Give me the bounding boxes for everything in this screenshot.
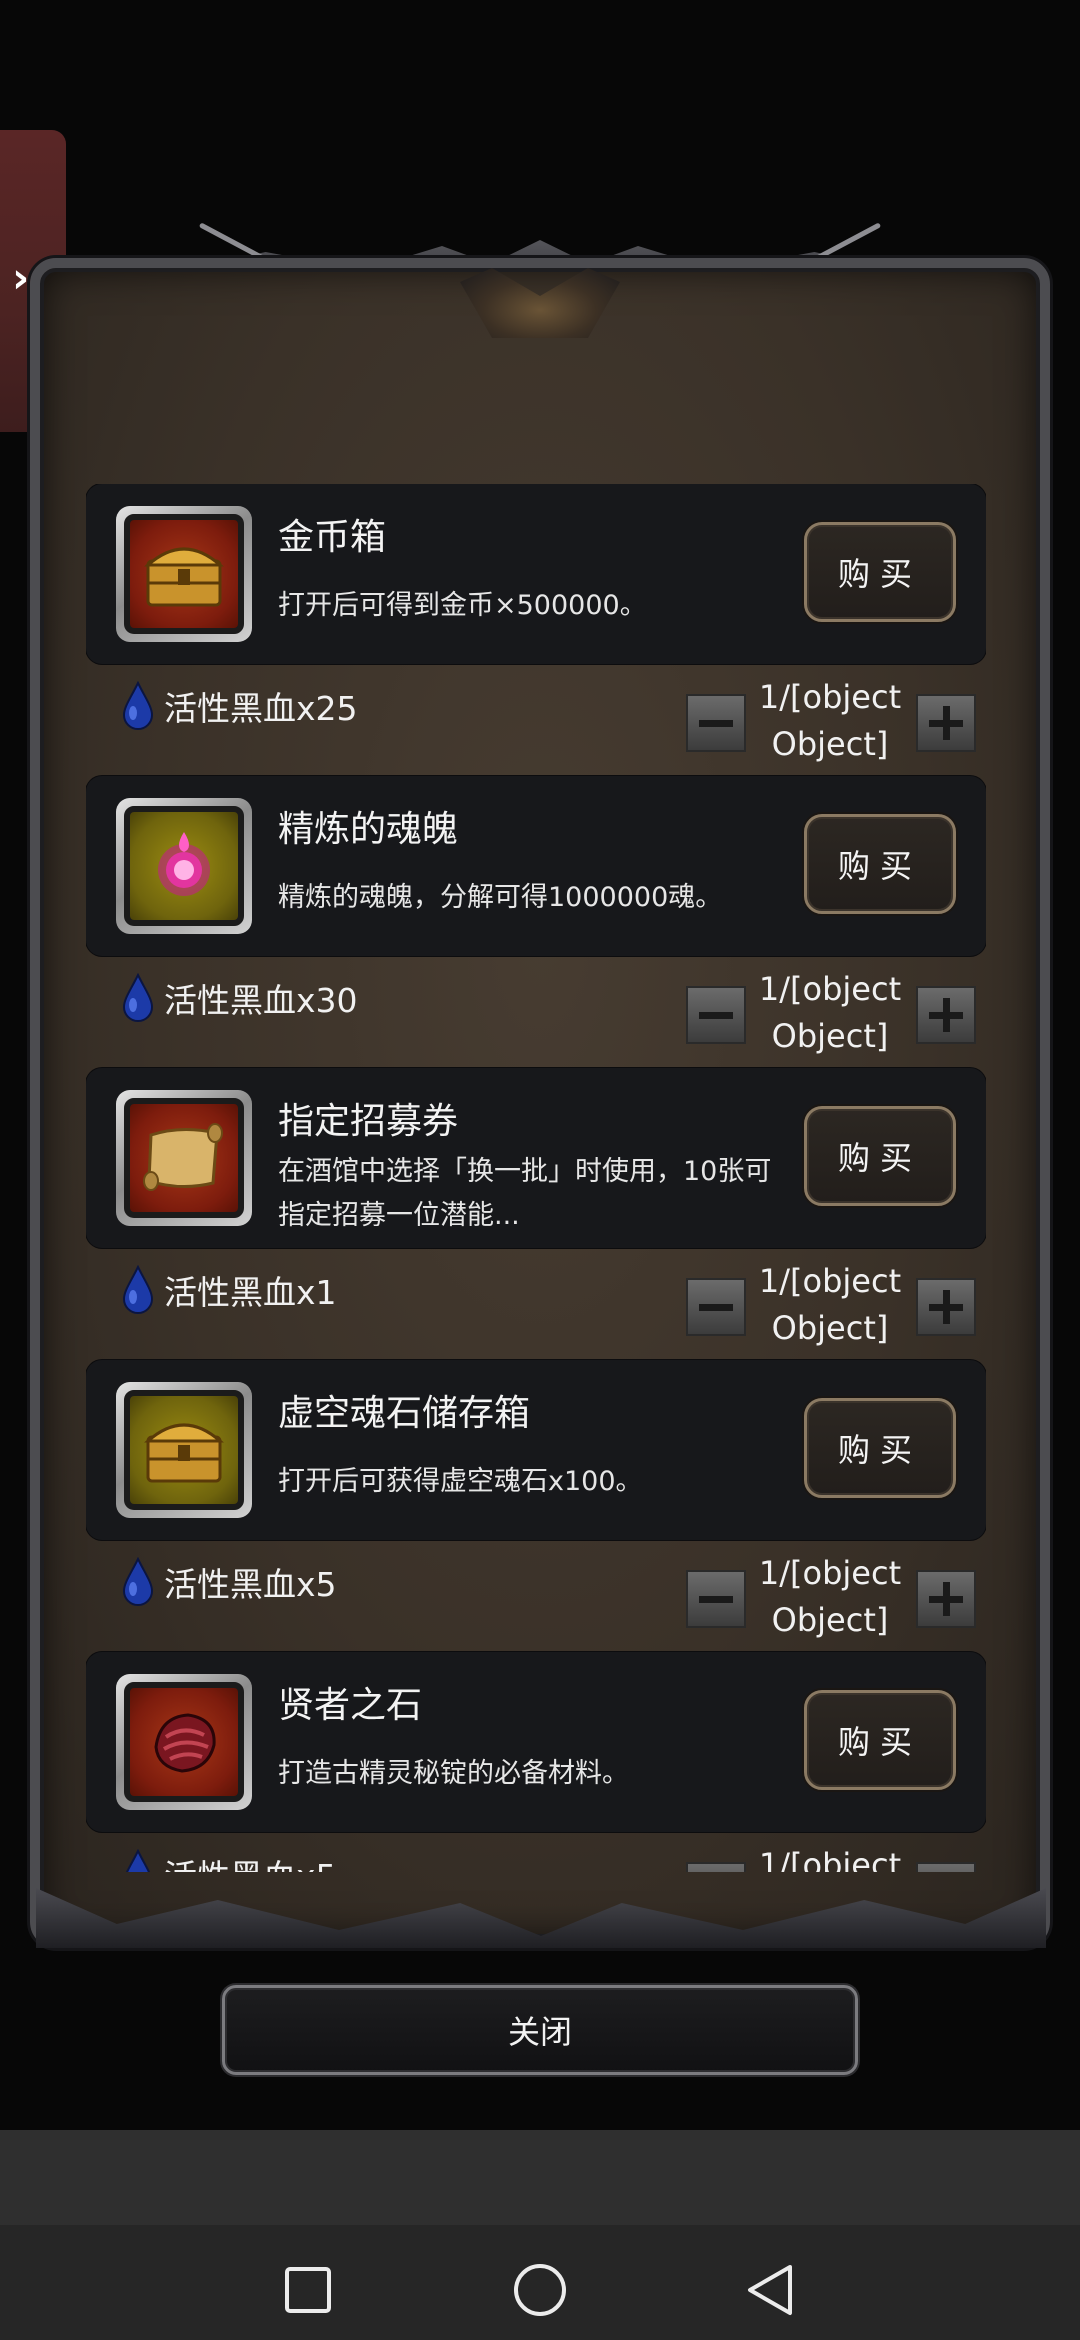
- item-price: 活性黑血x30: [120, 968, 358, 1028]
- black-blood-drop-icon: [122, 1265, 154, 1314]
- shop-item-list[interactable]: 金币箱 打开后可得到金币×500000。 购买 活性黑血x25 1/[objec…: [86, 484, 986, 1872]
- item-title: 精炼的魂魄: [278, 809, 459, 850]
- gold-chest-icon: [124, 514, 244, 634]
- decrease-quantity-button[interactable]: [686, 1278, 746, 1336]
- item-description: 打开后可获得虚空魂石x100。: [278, 1466, 643, 1497]
- item-description: 打开后可得到金币×500000。: [278, 590, 647, 621]
- decrease-quantity-button[interactable]: [686, 986, 746, 1044]
- home-button[interactable]: [500, 2250, 580, 2330]
- back-button[interactable]: [730, 2250, 810, 2330]
- item-description: 精炼的魂魄，分解可得1000000魂。: [278, 882, 723, 913]
- item-title: 金币箱: [278, 517, 387, 558]
- shop-item: 虚空魂石储存箱 打开后可获得虚空魂石x100。 购买 活性黑血x5 1/[obj…: [86, 1360, 986, 1652]
- buy-button[interactable]: 购买: [804, 1106, 956, 1206]
- quantity-stepper: 1/[object Object]: [686, 1258, 976, 1354]
- item-card: 贤者之石 打造古精灵秘锭的必备材料。 购买: [86, 1652, 986, 1832]
- increase-quantity-button[interactable]: [916, 986, 976, 1044]
- price-label: 活性黑血x1: [164, 1273, 337, 1312]
- price-label: 活性黑血x30: [164, 981, 358, 1020]
- recent-apps-button[interactable]: [268, 2250, 348, 2330]
- quantity-value: 1/[object Object]: [758, 1554, 902, 1639]
- nav-bar-strip: [0, 2130, 1080, 2225]
- black-blood-drop-icon: [122, 681, 154, 730]
- circle-icon: [514, 2264, 566, 2316]
- buy-button[interactable]: 购买: [804, 1690, 956, 1790]
- increase-quantity-button[interactable]: [916, 1570, 976, 1628]
- item-title: 虚空魂石储存箱: [278, 1393, 531, 1434]
- quantity-value: 1/[object Object]: [758, 1262, 902, 1347]
- gold-chest-icon: [124, 1390, 244, 1510]
- item-card: 金币箱 打开后可得到金币×500000。 购买: [86, 484, 986, 664]
- item-icon-frame: [116, 1674, 252, 1810]
- item-card: 虚空魂石储存箱 打开后可获得虚空魂石x100。 购买: [86, 1360, 986, 1540]
- decrease-quantity-button[interactable]: [686, 1862, 746, 1872]
- decrease-quantity-button[interactable]: [686, 1570, 746, 1628]
- item-icon-frame: [116, 1090, 252, 1226]
- close-button[interactable]: 关闭: [222, 1985, 858, 2075]
- quantity-stepper: 1/[object Object]: [686, 1550, 976, 1646]
- buy-button[interactable]: 购买: [804, 522, 956, 622]
- buy-button[interactable]: 购买: [804, 814, 956, 914]
- quantity-value: 1/[object Object]: [758, 1846, 902, 1872]
- triangle-back-icon: [748, 2265, 792, 2315]
- item-price: 活性黑血x5: [120, 1844, 337, 1872]
- scroll-icon: [124, 1098, 244, 1218]
- black-blood-drop-icon: [122, 973, 154, 1022]
- pink-soul-orb-icon: [124, 806, 244, 926]
- price-label: 活性黑血x25: [164, 689, 358, 728]
- shop-item: 金币箱 打开后可得到金币×500000。 购买 活性黑血x25 1/[objec…: [86, 484, 986, 776]
- item-description: 在酒馆中选择「换一批」时使用，10张可指定招募一位潜能...: [278, 1156, 772, 1231]
- black-blood-drop-icon: [122, 1557, 154, 1606]
- square-icon: [285, 2267, 331, 2313]
- decrease-quantity-button[interactable]: [686, 694, 746, 752]
- price-label: 活性黑血x5: [164, 1565, 337, 1604]
- item-price: 活性黑血x5: [120, 1552, 337, 1612]
- item-card: 精炼的魂魄 精炼的魂魄，分解可得1000000魂。 购买: [86, 776, 986, 956]
- increase-quantity-button[interactable]: [916, 694, 976, 752]
- item-icon-frame: [116, 798, 252, 934]
- shop-item: 精炼的魂魄 精炼的魂魄，分解可得1000000魂。 购买 活性黑血x30 1/[…: [86, 776, 986, 1068]
- buy-button[interactable]: 购买: [804, 1398, 956, 1498]
- red-ore-icon: [124, 1682, 244, 1802]
- quantity-value: 1/[object Object]: [758, 678, 902, 763]
- quantity-stepper: 1/[object Object]: [686, 966, 976, 1062]
- item-title: 指定招募券: [278, 1101, 459, 1142]
- increase-quantity-button[interactable]: [916, 1862, 976, 1872]
- quantity-value: 1/[object Object]: [758, 970, 902, 1055]
- item-icon-frame: [116, 1382, 252, 1518]
- shop-item: 指定招募券 在酒馆中选择「换一批」时使用，10张可指定招募一位潜能... 购买 …: [86, 1068, 986, 1360]
- price-label: 活性黑血x5: [164, 1850, 337, 1872]
- item-icon-frame: [116, 506, 252, 642]
- quantity-stepper: 1/[object Object]: [686, 1842, 976, 1872]
- quantity-stepper: 1/[object Object]: [686, 674, 976, 770]
- item-card: 指定招募券 在酒馆中选择「换一批」时使用，10张可指定招募一位潜能... 购买: [86, 1068, 986, 1248]
- black-blood-drop-icon: [125, 1849, 151, 1872]
- item-description: 打造古精灵秘锭的必备材料。: [278, 1758, 629, 1789]
- shop-item: 贤者之石 打造古精灵秘锭的必备材料。 购买 活性黑血x5 1/[object O…: [86, 1652, 986, 1872]
- item-title: 贤者之石: [278, 1685, 423, 1726]
- item-price: 活性黑血x25: [120, 676, 358, 736]
- increase-quantity-button[interactable]: [916, 1278, 976, 1336]
- item-price: 活性黑血x1: [120, 1260, 337, 1320]
